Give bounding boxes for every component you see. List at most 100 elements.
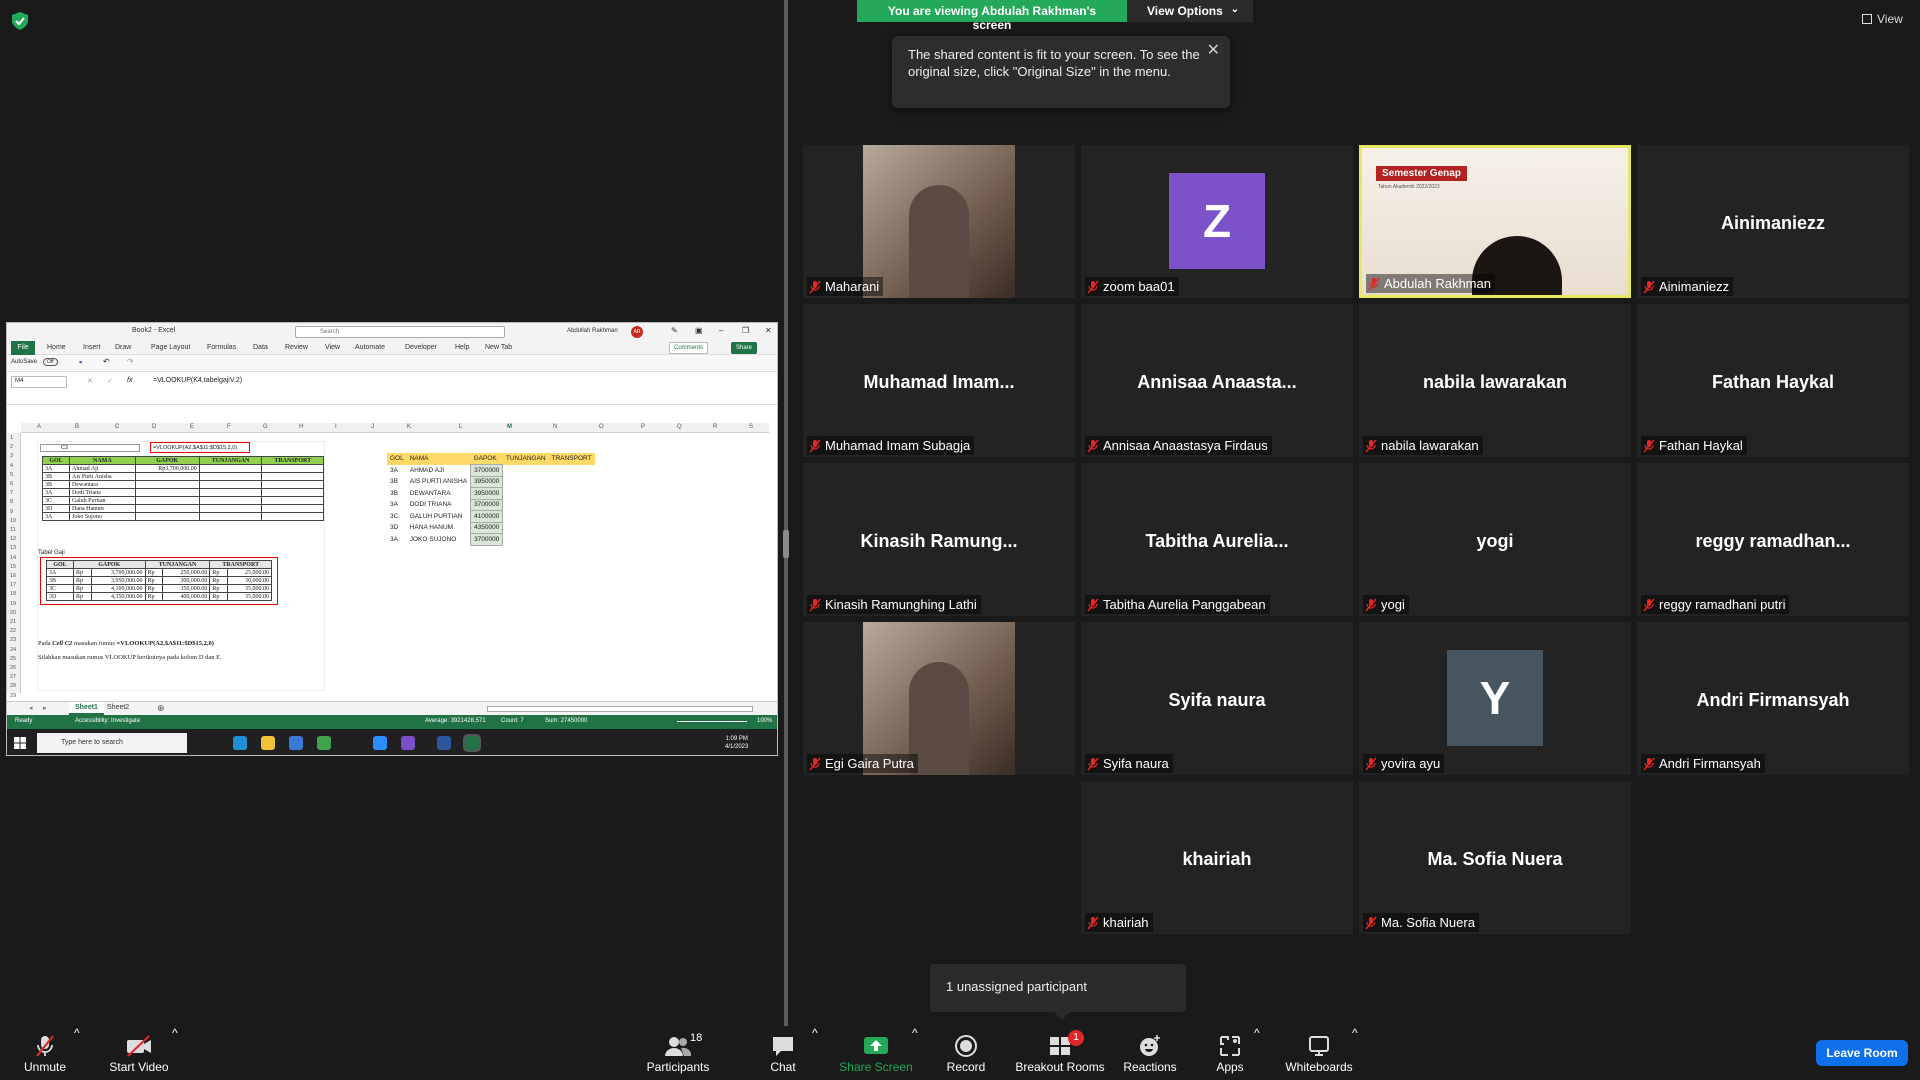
column-header[interactable]: C <box>115 424 119 430</box>
cancel-icon[interactable]: ✕ <box>87 377 93 385</box>
result-header-cell[interactable]: TRANSPORT <box>548 453 595 465</box>
whiteboards-button[interactable]: Whiteboards <box>1282 1026 1356 1080</box>
result-cell[interactable]: 3C <box>387 511 407 523</box>
row-header[interactable]: 23 <box>10 637 16 643</box>
participant-tile[interactable]: reggy ramadhan... reggy ramadhani putri <box>1637 463 1909 616</box>
participant-tile[interactable]: Tabitha Aurelia... Tabitha Aurelia Pangga… <box>1081 463 1353 616</box>
start-video-button[interactable]: Start Video <box>104 1026 174 1080</box>
row-header[interactable]: 1 <box>10 435 13 441</box>
tab-view[interactable]: View <box>325 344 340 351</box>
row-header[interactable]: 17 <box>10 582 16 588</box>
result-cell-empty[interactable] <box>549 534 595 546</box>
row-header[interactable]: 18 <box>10 591 16 597</box>
tab-new-tab[interactable]: New Tab <box>485 344 512 351</box>
sheet-tab-sheet1[interactable]: Sheet1 <box>69 702 104 715</box>
result-header-cell[interactable]: NAMA <box>406 453 471 465</box>
audio-options-caret-icon[interactable]: ^ <box>74 1026 80 1080</box>
row-header[interactable]: 16 <box>10 573 16 579</box>
participant-tile[interactable]: Yyovira ayu <box>1359 622 1631 775</box>
row-header[interactable]: 3 <box>10 453 13 459</box>
row-header[interactable]: 2 <box>10 444 13 450</box>
result-cell[interactable]: 3B <box>387 488 407 500</box>
spreadsheet-grid[interactable]: ABCDEFGHIJKLMNOPQRS 1 2 3 4 5 6 7 8 9 10 11 12 13 14 1… <box>7 423 777 699</box>
row-header[interactable]: 25 <box>10 656 16 662</box>
edge-icon[interactable] <box>233 736 247 750</box>
undo-icon[interactable]: ↶ <box>103 357 110 366</box>
sheet-prev-icon[interactable]: ◂ <box>29 704 33 712</box>
split-divider-handle[interactable] <box>783 530 789 558</box>
chat-options-caret-icon[interactable]: ^ <box>812 1026 818 1080</box>
horizontal-scrollbar[interactable] <box>487 706 753 712</box>
enter-icon[interactable]: ✓ <box>107 377 113 385</box>
reactions-button[interactable]: Reactions <box>1120 1026 1180 1080</box>
result-cell[interactable]: GALUH PURTIAN <box>407 511 471 523</box>
row-header[interactable]: 29 <box>10 693 16 699</box>
result-cell-empty[interactable] <box>503 465 549 477</box>
close-icon[interactable]: ✕ <box>765 326 772 335</box>
status-zoom[interactable]: 100% <box>757 718 772 724</box>
tab-help[interactable]: Help <box>455 344 469 351</box>
share-button[interactable]: Share <box>731 342 758 354</box>
chat-button[interactable]: Chat <box>758 1026 808 1080</box>
result-cell-empty[interactable] <box>549 499 595 511</box>
breakout-rooms-button[interactable]: Breakout Rooms 1 <box>1012 1026 1108 1080</box>
tab-data[interactable]: Data <box>253 344 268 351</box>
result-cell-empty[interactable] <box>549 488 595 500</box>
excel-user-avatar[interactable]: AR <box>631 326 643 338</box>
participants-button[interactable]: Participants 18 <box>638 1026 718 1080</box>
embedded-instruction-image[interactable]: C2 =VLOOKUP(A2,$A$11:$D$15,2,0) GOL NAMA G… <box>37 441 325 691</box>
result-cell-empty[interactable] <box>503 522 549 534</box>
row-header[interactable]: 14 <box>10 555 16 561</box>
participant-tile[interactable]: Maharani <box>803 145 1075 298</box>
column-header[interactable]: A <box>37 424 41 430</box>
tab-home[interactable]: Home <box>47 344 66 351</box>
result-header-cell[interactable]: GAPOK <box>470 453 503 465</box>
insert-function-icon[interactable]: fx <box>127 377 132 384</box>
excel-search[interactable]: Search <box>295 326 505 338</box>
word-icon[interactable] <box>437 736 451 750</box>
row-header[interactable]: 19 <box>10 601 16 607</box>
row-header[interactable]: 6 <box>10 481 13 487</box>
status-accessibility[interactable]: Accessibility: Investigate <box>75 718 140 724</box>
result-cell[interactable]: JOKO SUJONO <box>407 534 471 546</box>
row-header[interactable]: 10 <box>10 518 16 524</box>
split-divider[interactable] <box>784 0 788 1026</box>
add-sheet-icon[interactable]: ⊕ <box>157 703 165 714</box>
tab-formulas[interactable]: Formulas <box>207 344 236 351</box>
result-cell[interactable]: 3950000 <box>470 475 504 488</box>
participant-tile[interactable]: Fathan Haykal Fathan Haykal <box>1637 304 1909 457</box>
taskbar-search[interactable]: Type here to search <box>37 733 187 753</box>
name-box[interactable]: M4 <box>11 376 67 388</box>
column-header[interactable]: B <box>75 424 79 430</box>
sheet-next-icon[interactable]: ▸ <box>43 704 47 712</box>
participant-tile[interactable]: Ainimaniezz Ainimaniezz <box>1637 145 1909 298</box>
apps-button[interactable]: Apps <box>1210 1026 1250 1080</box>
row-header[interactable]: 4 <box>10 463 13 469</box>
tab-developer[interactable]: Developer <box>405 344 437 351</box>
result-cell[interactable]: DODI TRIANA <box>407 499 471 511</box>
row-header[interactable]: 20 <box>10 610 16 616</box>
ribbon-display-icon[interactable]: ▣ <box>695 326 703 335</box>
participant-tile[interactable]: Annisaa Anaasta... Annisaa Anaastasya Fir… <box>1081 304 1353 457</box>
row-header[interactable]: 15 <box>10 564 16 570</box>
share-options-caret-icon[interactable]: ^ <box>912 1026 918 1080</box>
row-header[interactable]: 21 <box>10 619 16 625</box>
result-cell-empty[interactable] <box>503 534 549 546</box>
result-cell[interactable]: 3700000 <box>470 498 504 511</box>
comments-button[interactable]: Comments <box>669 342 709 354</box>
windows-start-icon[interactable] <box>14 737 26 749</box>
result-cell-empty[interactable] <box>503 511 549 523</box>
security-shield-icon[interactable] <box>12 12 28 30</box>
leave-room-button[interactable]: Leave Room <box>1816 1040 1908 1066</box>
column-header[interactable]: P <box>641 424 645 430</box>
maximize-icon[interactable]: ❐ <box>742 326 749 335</box>
video-options-caret-icon[interactable]: ^ <box>172 1026 178 1080</box>
tab-page-layout[interactable]: Page Layout <box>151 344 190 351</box>
share-screen-button[interactable]: Share Screen <box>836 1026 916 1080</box>
row-header[interactable]: 24 <box>10 647 16 653</box>
row-header[interactable]: 5 <box>10 472 13 478</box>
close-icon[interactable]: ✕ <box>1207 42 1220 59</box>
row-header[interactable]: 8 <box>10 499 13 505</box>
save-icon[interactable]: ▪ <box>79 357 82 367</box>
record-button[interactable]: Record <box>940 1026 992 1080</box>
